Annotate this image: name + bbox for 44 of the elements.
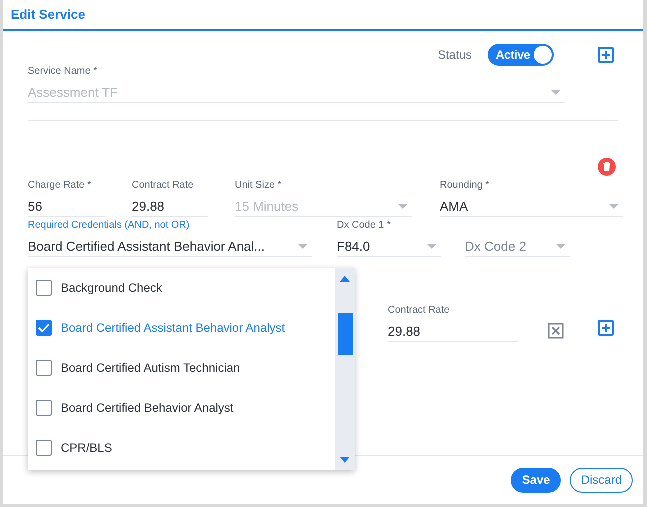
caret-icon	[427, 244, 437, 248]
dropdown-field[interactable]: F84.0	[337, 236, 441, 257]
scroll-down-icon[interactable]	[340, 457, 350, 463]
trash-icon[interactable]	[598, 158, 616, 176]
credentials-dropdown[interactable]: Board Certified Assistant Behavior Anal...	[28, 236, 312, 257]
dropdown-field[interactable]: Dx Code 2	[465, 236, 570, 257]
status-toggle[interactable]: Active	[488, 44, 554, 66]
discard-button[interactable]: Discard	[570, 468, 633, 492]
caret-icon	[398, 204, 408, 208]
add-icon[interactable]	[598, 47, 614, 63]
field-label: Required Credentials (AND, not OR)	[28, 220, 190, 232]
clear-icon[interactable]	[548, 322, 564, 338]
checkbox[interactable]	[36, 400, 52, 416]
option-label[interactable]: CPR/BLS	[61, 441, 112, 455]
caret-icon	[556, 244, 566, 248]
checkbox[interactable]	[36, 440, 52, 456]
field-label: Contract Rate	[388, 305, 450, 317]
dropdown-field[interactable]: AMA	[440, 196, 623, 217]
scroll-thumb[interactable]	[338, 313, 353, 355]
checkbox[interactable]	[36, 360, 52, 376]
checkbox[interactable]	[36, 280, 52, 296]
scroll-up-icon[interactable]	[340, 276, 350, 282]
input-field[interactable]: 29.88	[388, 321, 518, 342]
field-label: Unit Size *	[235, 180, 282, 192]
field-label: Charge Rate *	[28, 180, 92, 192]
checkbox[interactable]	[36, 320, 52, 336]
option-label[interactable]: Board Certified Autism Technician	[61, 361, 240, 375]
scrollbar[interactable]	[335, 268, 355, 470]
dialog-title: Edit Service	[11, 7, 86, 22]
option-label[interactable]: Board Certified Assistant Behavior Analyst	[61, 321, 286, 335]
caret-icon	[609, 204, 619, 208]
input-field[interactable]: 56	[28, 196, 105, 217]
caret-icon	[298, 244, 308, 248]
option-label[interactable]: Board Certified Behavior Analyst	[61, 401, 234, 415]
field-label: Rounding *	[440, 180, 490, 192]
input-field[interactable]: 29.88	[132, 196, 208, 217]
field-label: Dx Code 1 *	[337, 220, 391, 232]
caret-icon	[551, 90, 561, 94]
field-label: Contract Rate	[132, 180, 194, 192]
save-button[interactable]: Save	[511, 468, 562, 492]
field-label: Service Name *	[28, 66, 98, 78]
add-icon[interactable]	[598, 320, 614, 336]
status-label: Status	[438, 48, 472, 62]
option-label[interactable]: Background Check	[61, 281, 162, 295]
